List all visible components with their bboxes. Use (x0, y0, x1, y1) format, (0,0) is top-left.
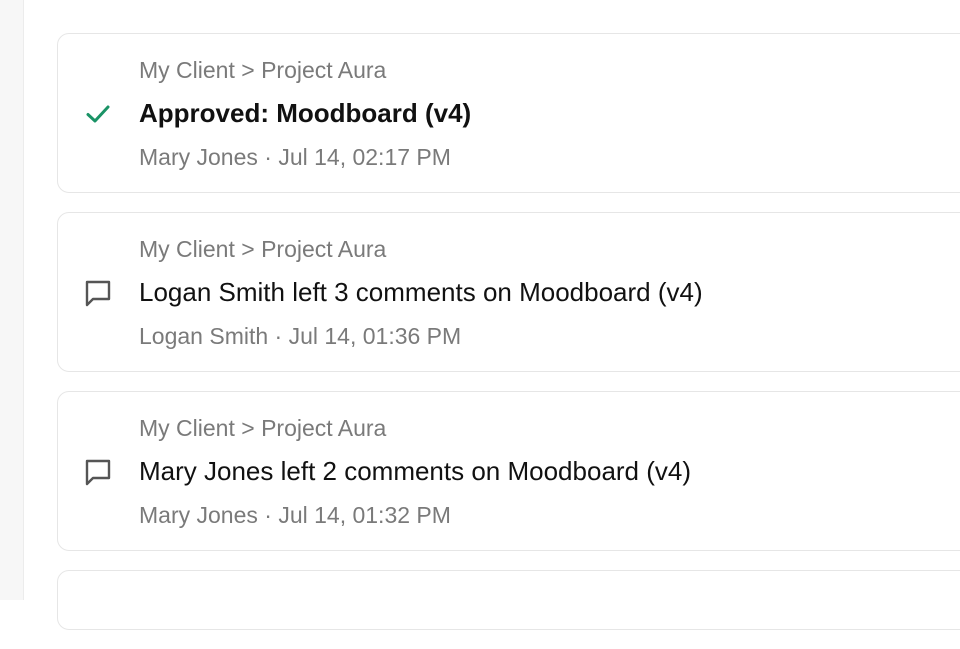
activity-meta: Logan Smith · Jul 14, 01:36 PM (139, 323, 462, 349)
activity-meta: Mary Jones · Jul 14, 01:32 PM (139, 502, 451, 528)
activity-title[interactable]: Mary Jones left 2 comments on Moodboard … (139, 456, 691, 487)
comment-icon (82, 456, 114, 488)
activity-title[interactable]: Logan Smith left 3 comments on Moodboard… (139, 277, 703, 308)
activity-breadcrumb[interactable]: My Client > Project Aura (139, 236, 386, 263)
check-icon (82, 98, 114, 130)
activity-meta: Mary Jones · Jul 14, 02:17 PM (139, 144, 451, 170)
activity-breadcrumb[interactable]: My Client > Project Aura (139, 57, 386, 84)
activity-breadcrumb[interactable]: My Client > Project Aura (139, 415, 386, 442)
activity-feed: My Client > Project Aura Approved: Moodb… (57, 33, 960, 649)
activity-title[interactable]: Approved: Moodboard (v4) (139, 98, 471, 129)
activity-item-comments[interactable]: My Client > Project Aura Logan Smith lef… (57, 212, 960, 372)
activity-item-comments[interactable]: My Client > Project Aura Mary Jones left… (57, 391, 960, 551)
activity-item-partial[interactable] (57, 570, 960, 630)
comment-icon (82, 277, 114, 309)
sidebar-edge (0, 0, 24, 600)
activity-item-approval[interactable]: My Client > Project Aura Approved: Moodb… (57, 33, 960, 193)
